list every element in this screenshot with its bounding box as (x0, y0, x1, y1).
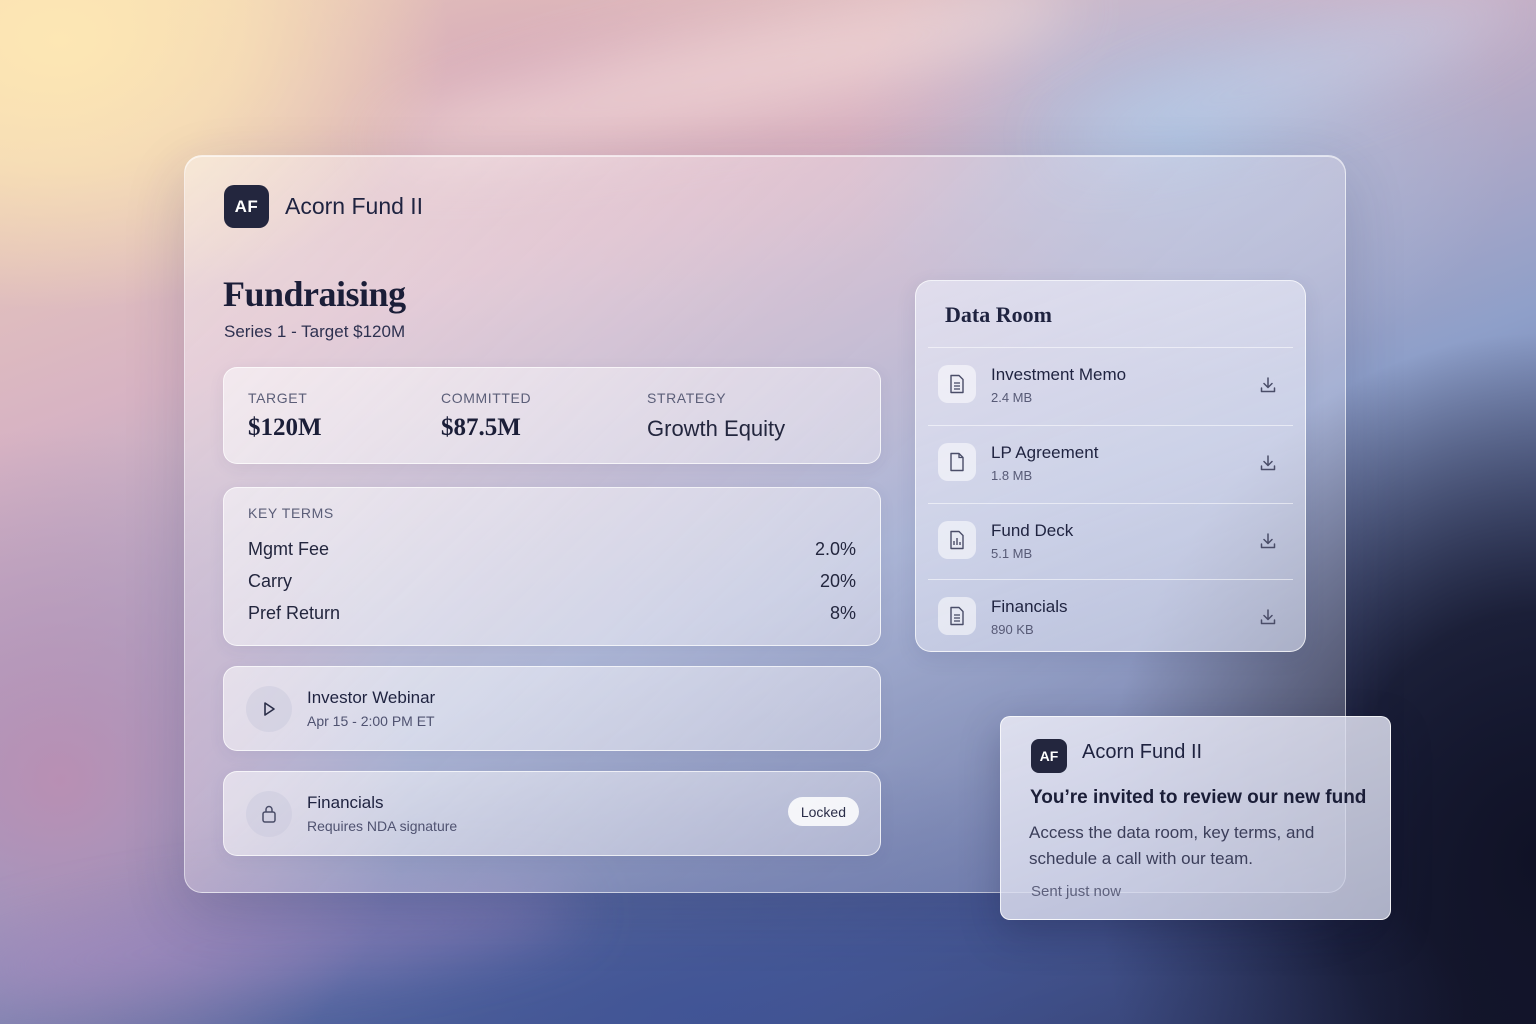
page-title: Fundraising (223, 274, 406, 314)
notification-body: Access the data room, key terms, and sch… (1029, 823, 1315, 868)
investor-webinar-item[interactable]: Investor Webinar Apr 15 - 2:00 PM ET (223, 666, 881, 751)
data-room-title: Data Room (945, 302, 1052, 327)
stat-label: COMMITTED (441, 390, 532, 406)
document-chart-icon (938, 521, 976, 559)
document-blank-icon (938, 443, 976, 481)
brand-header: AF Acorn Fund II (224, 185, 423, 228)
stat-committed: COMMITTED $87.5M (441, 390, 531, 442)
download-icon[interactable] (1257, 606, 1279, 628)
fund-avatar: AF (224, 185, 269, 228)
download-icon[interactable] (1257, 374, 1279, 396)
data-room-file[interactable]: Financials 890 KB (928, 579, 1293, 655)
key-terms-label: KEY TERMS (248, 505, 334, 521)
stat-value: $120M (248, 414, 322, 441)
term-value: 2.0% (814, 539, 856, 559)
term-row: Pref Return 8% (248, 603, 856, 624)
stat-value: $87.5M (441, 414, 521, 441)
data-room-file[interactable]: LP Agreement 1.8 MB (928, 425, 1293, 501)
webinar-datetime: Apr 15 - 2:00 PM ET (307, 713, 435, 729)
notification-avatar: AF (1031, 739, 1067, 773)
document-lines-icon (938, 597, 976, 635)
notification-title: You’re invited to review our new fund (1030, 787, 1367, 808)
notification-timestamp: Sent just now (1031, 883, 1122, 900)
stat-target: TARGET $120M (248, 390, 322, 442)
term-row: Carry 20% (248, 571, 856, 592)
stat-label: STRATEGY (647, 390, 727, 406)
invite-notification[interactable]: AF Acorn Fund II You’re invited to revie… (1000, 716, 1391, 920)
stat-label: TARGET (248, 390, 308, 406)
key-terms-panel: KEY TERMS Mgmt Fee 2.0% Carry 20% Pref R… (223, 487, 881, 646)
data-room-panel: Data Room Investment Memo 2.4 MB LP Agre… (915, 280, 1306, 652)
term-name: Mgmt Fee (248, 539, 330, 559)
term-name: Pref Return (248, 603, 341, 623)
financials-requirement: Requires NDA signature (307, 818, 458, 834)
play-icon[interactable] (246, 686, 292, 732)
file-name: Fund Deck (991, 521, 1074, 540)
financials-title: Financials (307, 793, 384, 812)
document-lines-icon (938, 365, 976, 403)
download-icon[interactable] (1257, 530, 1279, 552)
file-size: 1.8 MB (991, 468, 1033, 483)
term-value: 8% (829, 603, 856, 623)
file-name: Investment Memo (991, 365, 1127, 384)
webinar-title: Investor Webinar (307, 688, 436, 707)
stat-strategy: STRATEGY Growth Equity (647, 390, 785, 442)
data-room-file[interactable]: Investment Memo 2.4 MB (928, 347, 1293, 423)
data-room-file[interactable]: Fund Deck 5.1 MB (928, 503, 1293, 579)
term-value: 20% (819, 571, 856, 591)
file-name: LP Agreement (991, 443, 1099, 462)
file-size: 890 KB (991, 622, 1034, 637)
file-size: 5.1 MB (991, 546, 1033, 561)
term-row: Mgmt Fee 2.0% (248, 539, 856, 560)
fund-name: Acorn Fund II (285, 193, 424, 219)
notification-sender: Acorn Fund II (1082, 741, 1203, 763)
locked-badge: Locked (787, 797, 859, 826)
file-size: 2.4 MB (991, 390, 1033, 405)
download-icon[interactable] (1257, 452, 1279, 474)
term-name: Carry (248, 571, 292, 591)
financials-locked-item[interactable]: Financials Requires NDA signature Locked (223, 771, 881, 856)
lock-icon (246, 791, 292, 837)
file-name: Financials (991, 597, 1068, 616)
stat-value: Growth Equity (647, 416, 786, 441)
fund-stats-panel: TARGET $120M COMMITTED $87.5M STRATEGY G… (223, 367, 881, 464)
page-subtitle: Series 1 - Target $120M (224, 322, 406, 341)
